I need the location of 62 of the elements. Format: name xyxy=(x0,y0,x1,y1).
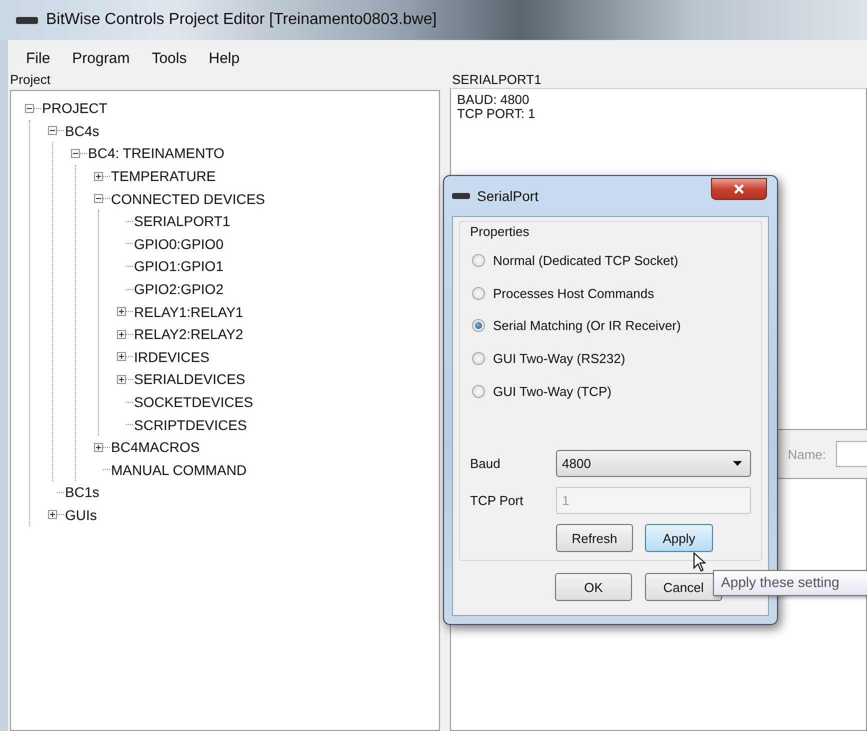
app-icon xyxy=(452,193,470,199)
window-title: BitWise Controls Project Editor [Treinamento0803.bwe] xyxy=(46,11,437,29)
expand-icon[interactable] xyxy=(117,307,126,316)
baud-dropdown[interactable]: 4800 xyxy=(556,450,751,477)
close-button[interactable] xyxy=(711,178,767,200)
field-label: Baud xyxy=(470,456,502,471)
tree-item[interactable]: GPIO1:GPIO1 xyxy=(133,258,224,274)
menu-item[interactable]: Tools xyxy=(142,48,197,66)
tree-item[interactable]: GPIO0:GPIO0 xyxy=(133,236,224,252)
dialog-button[interactable]: OK xyxy=(555,573,632,601)
collapse-icon[interactable] xyxy=(48,126,57,136)
tree-item[interactable]: GUIs xyxy=(64,506,98,523)
close-icon xyxy=(733,184,745,194)
tree-item[interactable]: IRDEVICES xyxy=(133,348,210,365)
tooltip: Apply these setting xyxy=(713,570,867,596)
tree-item[interactable]: PROJECT xyxy=(41,100,108,116)
tree-item[interactable]: SERIALDEVICES xyxy=(133,371,246,388)
tree-item[interactable]: SCRIPTDEVICES xyxy=(133,416,248,433)
collapse-icon[interactable] xyxy=(25,104,34,113)
tree-item[interactable]: TEMPERATURE xyxy=(110,168,217,184)
tree-item[interactable]: RELAY1:RELAY1 xyxy=(133,304,244,320)
tree-item[interactable]: CONNECTED DEVICES xyxy=(110,190,266,207)
dialog-button[interactable]: Refresh xyxy=(556,524,633,552)
group-title: Properties xyxy=(470,224,530,239)
expand-icon[interactable] xyxy=(117,374,126,384)
app-icon xyxy=(16,16,38,24)
caret-icon xyxy=(733,461,742,466)
tree-item[interactable]: SOCKETDEVICES xyxy=(133,394,254,410)
tree-item[interactable]: BC4: TREINAMENTO xyxy=(87,145,226,162)
tree-item[interactable]: BC1s xyxy=(64,484,100,500)
expand-icon[interactable] xyxy=(117,330,126,339)
tree-item[interactable]: MANUAL COMMAND xyxy=(110,462,248,478)
radio-option[interactable]: Serial Matching (Or IR Receiver) xyxy=(470,310,751,342)
detail-line: TCP PORT: 1 xyxy=(457,107,536,121)
collapse-icon[interactable] xyxy=(94,194,103,204)
tree-item[interactable]: GPIO2:GPIO2 xyxy=(133,281,224,298)
panel-title: Project xyxy=(9,71,52,88)
tree-item[interactable]: BC4MACROS xyxy=(110,439,201,456)
tree-item[interactable]: BC4s xyxy=(64,122,100,139)
menu-item[interactable]: Help xyxy=(198,48,250,66)
dialog-title: SerialPort xyxy=(477,188,538,204)
tree-item[interactable]: SERIALPORT1 xyxy=(133,213,232,230)
name-label: Name: xyxy=(788,446,826,462)
panel-title: SERIALPORT1 xyxy=(451,71,542,88)
radio-option[interactable]: Normal (Dedicated TCP Socket) xyxy=(470,244,751,277)
menu-item[interactable]: Program xyxy=(62,48,140,66)
expand-icon[interactable] xyxy=(94,172,103,181)
tree-item[interactable]: RELAY2:RELAY2 xyxy=(133,326,244,342)
dialog-button[interactable]: Apply xyxy=(645,524,713,552)
field-label: TCP Port xyxy=(470,493,524,508)
radio-option[interactable]: Processes Host Commands xyxy=(470,276,751,310)
radio-option[interactable]: GUI Two-Way (RS232) xyxy=(470,342,751,376)
collapse-icon[interactable] xyxy=(71,148,80,158)
name-field[interactable] xyxy=(836,441,867,467)
dialog-button[interactable]: Cancel xyxy=(645,573,722,601)
expand-icon[interactable] xyxy=(94,442,103,452)
radio-option[interactable]: GUI Two-Way (TCP) xyxy=(470,375,751,408)
menu-item[interactable]: File xyxy=(16,48,60,66)
expand-icon[interactable] xyxy=(117,352,126,362)
expand-icon[interactable] xyxy=(48,510,57,520)
detail-line: BAUD: 4800 xyxy=(457,93,530,107)
cursor-icon xyxy=(693,552,706,572)
